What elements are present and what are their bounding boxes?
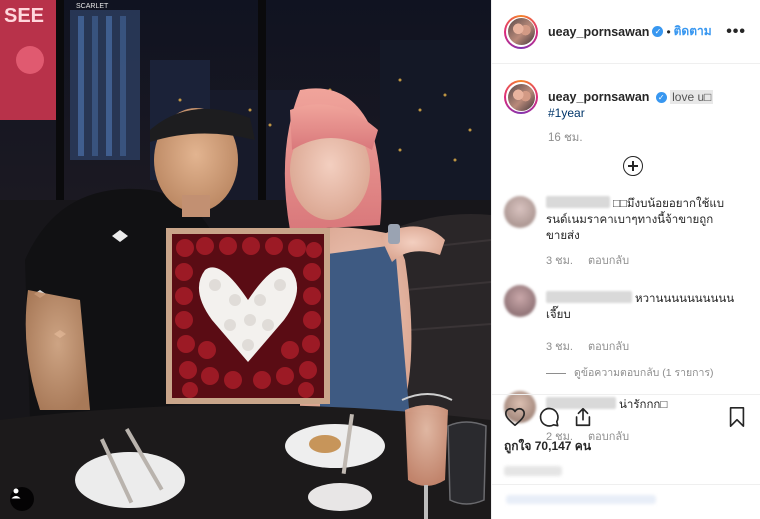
comments-section: ueay_pornsawan ✓ love u□ #1year 16 ชม. □… <box>492 64 760 443</box>
comment-item: □□มึงบน้อยอยากใช้แบ รนด์เนมราคาเบาๆทางนี… <box>504 196 746 269</box>
caption-hashtag[interactable]: #1year <box>548 106 585 120</box>
comment-avatar[interactable] <box>504 285 536 317</box>
post-date-blurred <box>504 466 562 476</box>
caption: ueay_pornsawan ✓ love u□ #1year <box>504 80 746 121</box>
caption-username[interactable]: ueay_pornsawan <box>548 90 649 104</box>
comment-text-row: หวานนนนนนนนนนเจี๊ยบ <box>546 285 746 323</box>
comment-text-row: □□มึงบน้อยอยากใช้แบ รนด์เนมราคาเบาๆทางนี… <box>546 196 746 244</box>
reply-button[interactable]: ตอบกลับ <box>588 341 629 353</box>
reply-button[interactable]: ตอบกลับ <box>588 255 629 267</box>
comment-avatar[interactable] <box>504 196 536 228</box>
add-comment-field[interactable] <box>492 484 760 519</box>
comment-timestamp[interactable]: 3 ชม. <box>546 255 573 267</box>
post-photo[interactable]: SEE SCARLET <box>0 0 491 519</box>
commenter-username-blurred[interactable] <box>546 291 632 303</box>
header-separator: • <box>666 24 671 39</box>
more-options-icon[interactable]: ••• <box>726 23 746 41</box>
building-sign: SCARLET <box>76 3 109 10</box>
bookmark-icon[interactable] <box>727 406 747 428</box>
view-replies-label: ดูข้อความตอบกลับ (1 รายการ) <box>574 367 714 379</box>
avatar-image <box>507 18 535 45</box>
post-actions: ถูกใจ 70,147 คน <box>492 394 760 476</box>
header-username[interactable]: ueay_pornsawan <box>548 25 649 39</box>
caption-text: love u□ <box>670 90 714 104</box>
load-more-comments-icon[interactable] <box>623 156 643 176</box>
comment-item: หวานนนนนนนนนนเจี๊ยบ 3 ชม. ตอบกลับ ดูข้อค… <box>504 285 746 381</box>
verified-badge-icon: ✓ <box>652 26 664 37</box>
heart-icon[interactable] <box>504 406 526 428</box>
billboard-text: SEE <box>4 5 44 27</box>
likes-count[interactable]: ถูกใจ 70,147 คน <box>504 437 747 456</box>
post-header: ueay_pornsawan ✓ • ติดตาม ••• <box>492 0 760 64</box>
comment-timestamp[interactable]: 3 ชม. <box>546 341 573 353</box>
caption-avatar-image <box>507 83 535 111</box>
verified-badge-icon: ✓ <box>655 92 667 103</box>
commenter-username-blurred[interactable] <box>546 196 610 208</box>
photo-illustration: SEE SCARLET <box>0 0 491 519</box>
post-side-panel: ueay_pornsawan ✓ • ติดตาม ••• ueay_porns… <box>491 0 760 519</box>
caption-avatar[interactable] <box>504 80 538 114</box>
avatar[interactable] <box>504 14 538 49</box>
add-comment-placeholder-blurred <box>506 495 656 504</box>
view-replies-link[interactable]: ดูข้อความตอบกลับ (1 รายการ) <box>546 365 746 381</box>
follow-button[interactable]: ติดตาม <box>674 22 712 41</box>
comment-icon[interactable] <box>538 406 560 428</box>
tagged-user-icon[interactable] <box>10 487 34 511</box>
share-icon[interactable] <box>572 406 594 428</box>
caption-timestamp[interactable]: 16 ชม. <box>548 129 746 147</box>
